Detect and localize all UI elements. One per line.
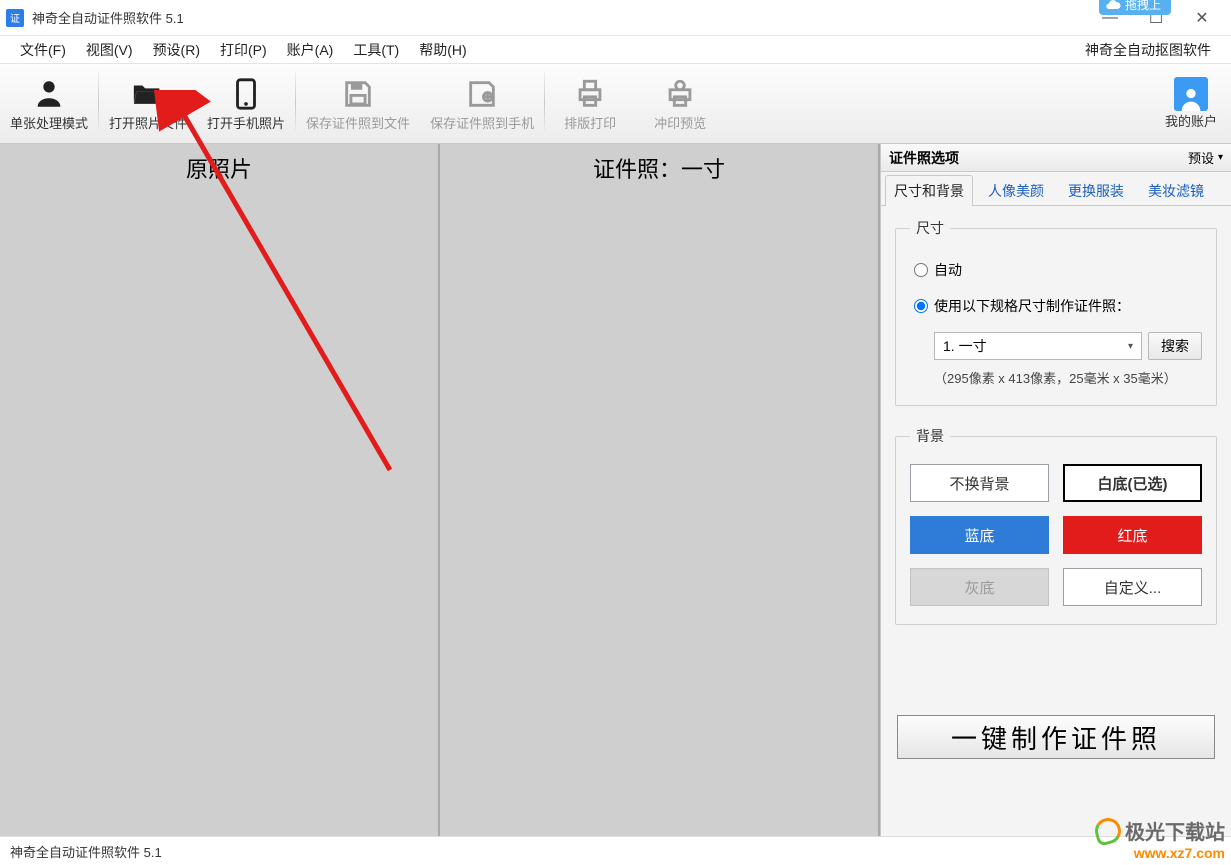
toolbar: 单张处理模式 打开照片文件 打开手机照片 保存证件照到文件 保存证件照到手机 排… [0, 64, 1231, 144]
open-file-button[interactable]: 打开照片文件 [99, 64, 197, 143]
single-mode-button[interactable]: 单张处理模式 [0, 64, 98, 143]
menu-bar: 文件(F) 视图(V) 预设(R) 打印(P) 账户(A) 工具(T) 帮助(H… [0, 36, 1231, 64]
save-icon [341, 75, 375, 113]
open-phone-button[interactable]: 打开手机照片 [197, 64, 295, 143]
title-bar: 证 神奇全自动证件照软件 5.1 拖拽上 — ☐ ✕ [0, 0, 1231, 36]
size-select-value: 1. 一寸 [943, 336, 987, 356]
save-file-label: 保存证件照到文件 [306, 113, 410, 132]
bg-no-change[interactable]: 不换背景 [910, 464, 1049, 502]
radio-auto-label: 自动 [934, 260, 962, 280]
bg-gray[interactable]: 灰底 [910, 568, 1049, 606]
radio-spec-label: 使用以下规格尺寸制作证件照： [934, 296, 1130, 316]
print-preview-icon [663, 75, 697, 113]
printer-icon [573, 75, 607, 113]
radio-auto-input[interactable] [914, 263, 928, 277]
phone-icon [229, 75, 263, 113]
my-account-label: 我的账户 [1165, 111, 1217, 130]
background-group: 背景 不换背景 白底(已选) 蓝底 红底 灰底 自定义... [895, 426, 1217, 625]
menubar-right-label[interactable]: 神奇全自动抠图软件 [1085, 40, 1221, 60]
options-header-title: 证件照选项 [889, 148, 959, 168]
menu-help[interactable]: 帮助(H) [409, 40, 476, 60]
options-tabs: 尺寸和背景 人像美颜 更换服装 美妆滤镜 [881, 172, 1231, 206]
content-area: 原照片 证件照：一寸 证件照选项 预设 尺寸和背景 人像美颜 更换服装 美妆滤镜… [0, 144, 1231, 837]
preset-dropdown[interactable]: 预设 [1188, 148, 1223, 167]
radio-spec[interactable]: 使用以下规格尺寸制作证件照： [914, 296, 1202, 316]
tab-clothes[interactable]: 更换服装 [1059, 175, 1133, 206]
cloud-tag-label: 拖拽上 [1125, 0, 1161, 13]
save-phone-button[interactable]: 保存证件照到手机 [420, 64, 544, 143]
tab-beauty[interactable]: 人像美颜 [979, 175, 1053, 206]
background-grid: 不换背景 白底(已选) 蓝底 红底 灰底 自定义... [910, 464, 1202, 606]
menu-tools[interactable]: 工具(T) [343, 40, 409, 60]
bg-white-selected[interactable]: 白底(已选) [1063, 464, 1202, 502]
radio-auto[interactable]: 自动 [914, 260, 1202, 280]
bg-red[interactable]: 红底 [1063, 516, 1202, 554]
print-preview-label: 冲印预览 [654, 113, 706, 132]
options-body: 尺寸 自动 使用以下规格尺寸制作证件照： 1. 一寸 搜索 （295像素 x 4… [881, 206, 1231, 836]
original-photo-pane: 原照片 [0, 144, 440, 836]
menu-account[interactable]: 账户(A) [277, 40, 344, 60]
my-account-button[interactable]: 我的账户 [1151, 64, 1231, 143]
avatar-icon [1174, 77, 1208, 111]
options-panel: 证件照选项 预设 尺寸和背景 人像美颜 更换服装 美妆滤镜 尺寸 自动 使用以下… [880, 144, 1231, 836]
status-bar: 神奇全自动证件照软件 5.1 [0, 837, 1231, 865]
one-click-make-button[interactable]: 一键制作证件照 [897, 715, 1215, 759]
cloud-icon [1105, 0, 1121, 13]
person-icon [32, 75, 66, 113]
options-header: 证件照选项 预设 [881, 144, 1231, 172]
tab-filter[interactable]: 美妆滤镜 [1139, 175, 1213, 206]
background-legend: 背景 [910, 426, 950, 446]
original-photo-title: 原照片 [0, 144, 438, 184]
app-icon: 证 [6, 9, 24, 27]
size-legend: 尺寸 [910, 218, 950, 238]
window-title: 神奇全自动证件照软件 5.1 [32, 8, 184, 27]
open-file-label: 打开照片文件 [109, 113, 187, 132]
menu-print[interactable]: 打印(P) [210, 40, 277, 60]
status-text: 神奇全自动证件照软件 5.1 [10, 842, 162, 861]
print-preview-button[interactable]: 冲印预览 [635, 64, 725, 143]
print-layout-button[interactable]: 排版打印 [545, 64, 635, 143]
toolbar-spacer [725, 64, 1151, 143]
size-select[interactable]: 1. 一寸 [934, 332, 1142, 360]
close-button[interactable]: ✕ [1179, 0, 1225, 35]
save-file-button[interactable]: 保存证件照到文件 [296, 64, 420, 143]
menu-file[interactable]: 文件(F) [10, 40, 76, 60]
tab-size-bg[interactable]: 尺寸和背景 [885, 175, 973, 206]
menu-view[interactable]: 视图(V) [76, 40, 143, 60]
radio-spec-input[interactable] [914, 299, 928, 313]
search-button[interactable]: 搜索 [1148, 332, 1202, 360]
size-hint: （295像素 x 413像素，25毫米 x 35毫米） [934, 368, 1202, 387]
id-photo-title: 证件照：一寸 [440, 144, 878, 184]
bg-blue[interactable]: 蓝底 [910, 516, 1049, 554]
open-phone-label: 打开手机照片 [207, 113, 285, 132]
size-select-row: 1. 一寸 搜索 [934, 332, 1202, 360]
cloud-tag[interactable]: 拖拽上 [1099, 0, 1171, 15]
print-layout-label: 排版打印 [564, 113, 616, 132]
save-phone-icon [465, 75, 499, 113]
bg-custom[interactable]: 自定义... [1063, 568, 1202, 606]
folder-open-icon [131, 75, 165, 113]
id-photo-pane: 证件照：一寸 [440, 144, 880, 836]
size-group: 尺寸 自动 使用以下规格尺寸制作证件照： 1. 一寸 搜索 （295像素 x 4… [895, 218, 1217, 406]
single-mode-label: 单张处理模式 [10, 113, 88, 132]
menu-preset[interactable]: 预设(R) [143, 40, 210, 60]
save-phone-label: 保存证件照到手机 [430, 113, 534, 132]
